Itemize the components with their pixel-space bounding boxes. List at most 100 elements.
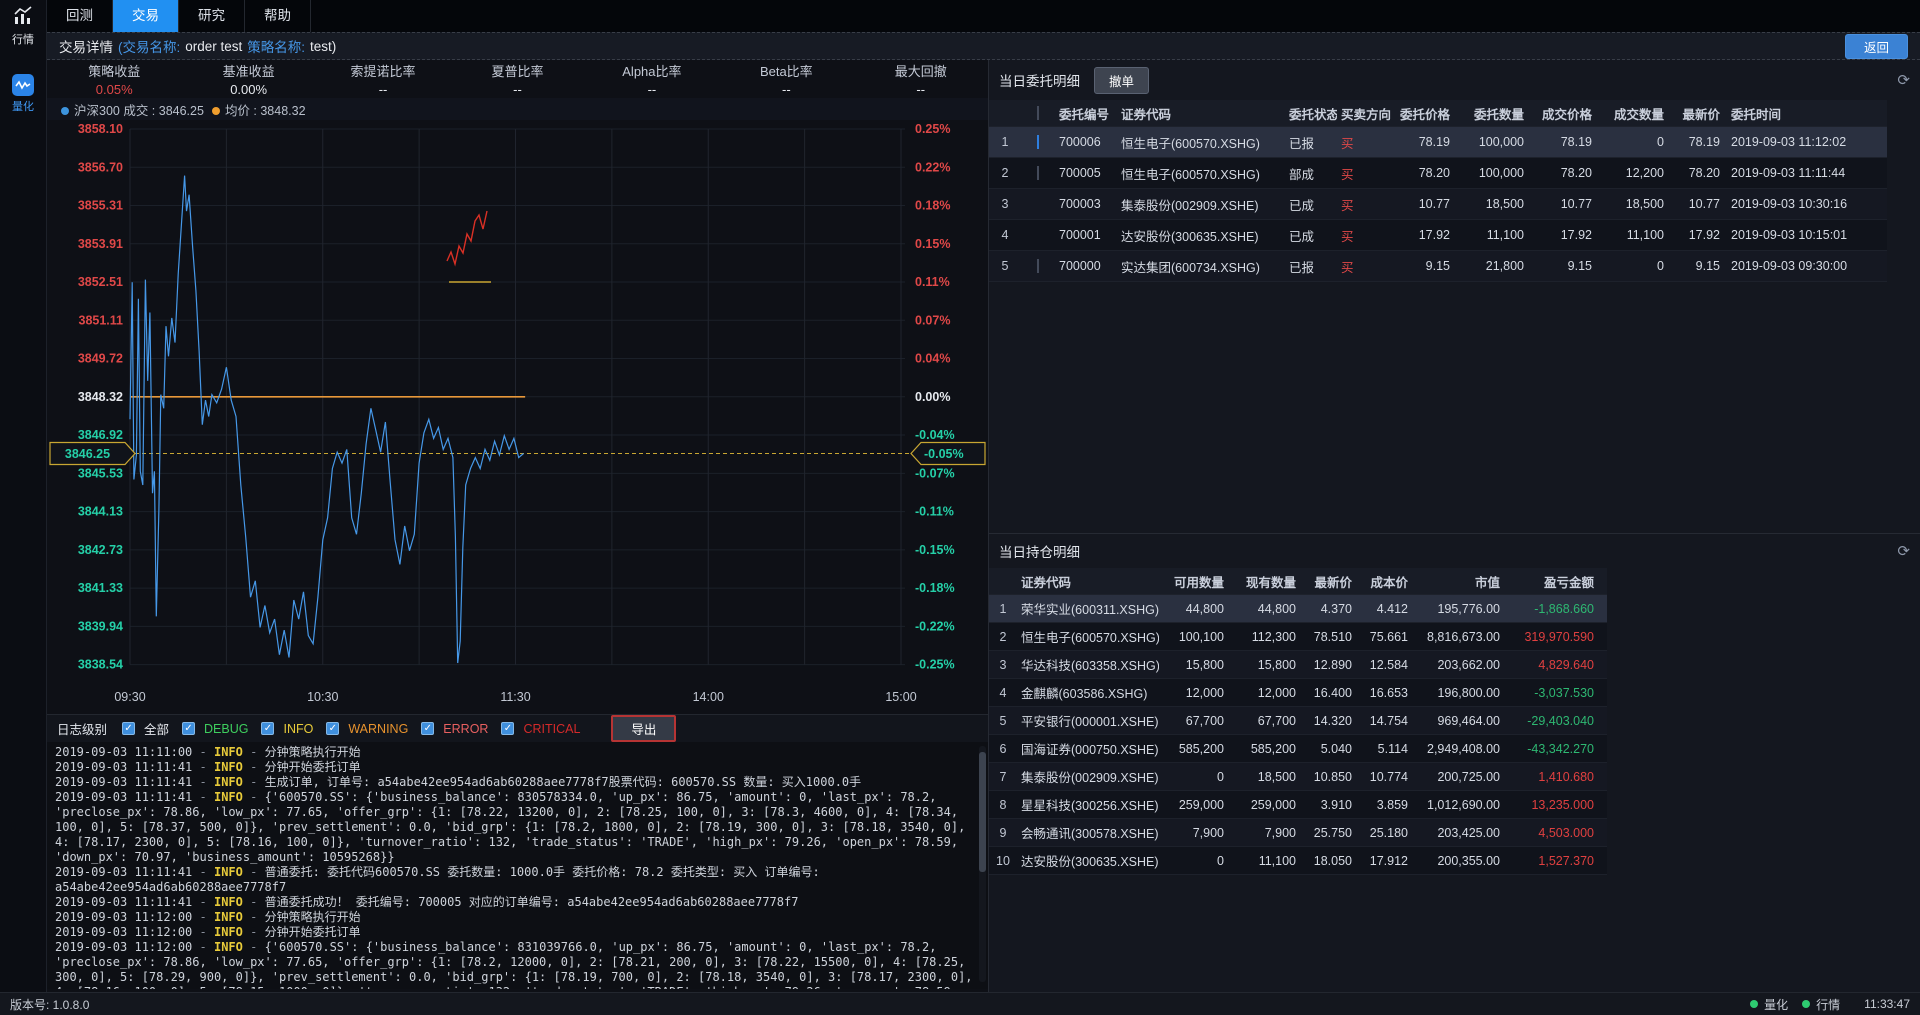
y-axis-price-label: 3853.91 xyxy=(78,237,123,251)
orders-panel-header: 当日委托明细 撤单 ⟳ xyxy=(989,60,1920,100)
clock-time: 11:33:47 xyxy=(1864,997,1910,1011)
table-row[interactable]: 2恒生电子(600570.XSHG)100,100112,30078.51075… xyxy=(989,623,1607,651)
holding-qty-cell: 44,800 xyxy=(1231,602,1303,616)
deal-price-cell: 10.77 xyxy=(1531,197,1599,211)
log-level-checkbox-WARNING[interactable]: ✓ xyxy=(326,722,339,735)
tab-研究[interactable]: 研究 xyxy=(179,0,245,32)
table-row[interactable]: 3华达科技(603358.XSHG)15,80015,80012.89012.5… xyxy=(989,651,1607,679)
status-cell: 已成 xyxy=(1285,195,1337,214)
y-axis-price-label: 3848.32 xyxy=(78,390,123,404)
log-level-name: INFO xyxy=(283,722,313,736)
y-axis-percent-label: -0.22% xyxy=(915,619,955,633)
table-row[interactable]: 4700001达安股份(300635.XSHE)已成买17.9211,10017… xyxy=(989,220,1887,251)
table-row[interactable]: 7集泰股份(002909.XSHE)018,50010.85010.774200… xyxy=(989,763,1607,791)
y-axis-price-label: 3849.72 xyxy=(78,352,123,366)
last-price-cell: 5.040 xyxy=(1303,742,1359,756)
stat-value: -- xyxy=(854,82,988,97)
cost-price-cell: 12.584 xyxy=(1359,658,1415,672)
log-level-checkbox-INFO[interactable]: ✓ xyxy=(261,722,274,735)
table-row[interactable]: 5700000实达集团(600734.XSHG)已报买9.1521,8009.1… xyxy=(989,251,1887,282)
order-qty-cell: 100,000 xyxy=(1457,166,1531,180)
order-id-cell: 700001 xyxy=(1055,228,1117,242)
status-bar: 版本号: 1.0.8.0 量化行情11:33:47 xyxy=(0,992,1920,1015)
row-checkbox[interactable] xyxy=(1037,259,1039,273)
log-level-tag: INFO xyxy=(214,895,243,909)
log-level-checkbox-全部[interactable]: ✓ xyxy=(122,722,135,735)
table-row[interactable]: 3700003集泰股份(002909.XSHE)已成买10.7718,50010… xyxy=(989,189,1887,220)
log-line: a54abe42ee954ad6ab60288aee7778f7 xyxy=(55,880,974,895)
holding-qty-cell: 11,100 xyxy=(1231,854,1303,868)
log-level-checkbox-ERROR[interactable]: ✓ xyxy=(421,722,434,735)
export-log-button[interactable]: 导出 xyxy=(611,715,676,742)
security-cell: 集泰股份(002909.XSHE) xyxy=(1017,767,1159,786)
log-level-tag: INFO xyxy=(214,940,243,954)
security-cell: 达安股份(300635.XSHE) xyxy=(1017,851,1159,870)
log-timestamp: 2019-09-03 11:11:41 xyxy=(55,760,192,774)
log-scrollbar-thumb[interactable] xyxy=(979,752,986,872)
pnl-cell: 1,410.680 xyxy=(1507,770,1601,784)
positions-panel-title: 当日持仓明细 xyxy=(999,541,1080,561)
last-price-cell: 12.890 xyxy=(1303,658,1359,672)
available-qty-cell: 67,700 xyxy=(1159,714,1231,728)
log-level-checkbox-CRITICAL[interactable]: ✓ xyxy=(501,722,514,735)
table-row[interactable]: 4金麒麟(603586.XSHG)12,00012,00016.40016.65… xyxy=(989,679,1607,707)
table-row[interactable]: 1荣华实业(600311.XSHG)44,80044,8004.3704.412… xyxy=(989,595,1607,623)
stat-label: Beta比率 xyxy=(719,61,853,80)
table-row[interactable]: 5平安银行(000001.XSHE)67,70067,70014.32014.7… xyxy=(989,707,1607,735)
price-chart-area[interactable]: 3858.100.25%3856.700.22%3855.310.18%3853… xyxy=(47,120,988,714)
order-price-cell: 17.92 xyxy=(1393,228,1457,242)
order-id-cell: 700006 xyxy=(1055,135,1117,149)
tab-交易[interactable]: 交易 xyxy=(113,0,179,32)
table-row[interactable]: 6国海证券(000750.XSHE)585,200585,2005.0405.1… xyxy=(989,735,1607,763)
table-header-row: 委托编号证券代码委托状态买卖方向委托价格委托数量成交价格成交数量最新价委托时间 xyxy=(989,100,1887,127)
cancel-order-button[interactable]: 撤单 xyxy=(1094,67,1149,94)
stat-value: 0.05% xyxy=(47,82,181,97)
legend-item: 沪深300 成交 : 3846.25 xyxy=(61,100,204,119)
y-axis-percent-label: 0.15% xyxy=(915,237,950,251)
table-row[interactable]: 8星星科技(300256.XSHE)259,000259,0003.9103.8… xyxy=(989,791,1607,819)
log-line: 2019-09-03 11:11:41 - INFO - 生成订单, 订单号: … xyxy=(55,775,974,790)
log-message: 分钟开始委托订单 xyxy=(265,925,361,939)
table-row[interactable]: 9会畅通讯(300578.XSHE)7,9007,90025.75025.180… xyxy=(989,819,1607,847)
select-all-checkbox[interactable] xyxy=(1037,106,1039,120)
holding-qty-cell: 112,300 xyxy=(1231,630,1303,644)
log-level-tag: INFO xyxy=(214,745,243,759)
holding-qty-cell: 585,200 xyxy=(1231,742,1303,756)
table-header-row: 证券代码可用数量现有数量最新价成本价市值盈亏金额 xyxy=(989,568,1607,595)
table-row[interactable]: 1700006恒生电子(600570.XSHG)已报买78.19100,0007… xyxy=(989,127,1887,158)
deal-qty-cell: 0 xyxy=(1599,259,1671,273)
refresh-icon[interactable]: ⟳ xyxy=(1897,71,1910,89)
last-price-cell: 14.320 xyxy=(1303,714,1359,728)
right-tables-panel: 当日委托明细 撤单 ⟳ 委托编号证券代码委托状态买卖方向委托价格委托数量成交价格… xyxy=(988,60,1920,992)
table-row[interactable]: 2700005恒生电子(600570.XSHG)部成买78.20100,0007… xyxy=(989,158,1887,189)
refresh-icon[interactable]: ⟳ xyxy=(1897,542,1910,560)
side-cell: 买 xyxy=(1337,226,1393,245)
sidebar-item-market[interactable]: 行情 xyxy=(0,0,46,54)
log-level-name: 全部 xyxy=(144,719,169,738)
log-message: 分钟策略执行开始 xyxy=(265,745,361,759)
tab-回测[interactable]: 回测 xyxy=(47,0,113,32)
tab-帮助[interactable]: 帮助 xyxy=(245,0,311,32)
row-checkbox[interactable] xyxy=(1037,166,1039,180)
log-level-name: DEBUG xyxy=(204,722,248,736)
security-cell: 星星科技(300256.XSHE) xyxy=(1017,795,1159,814)
column-header: 委托编号 xyxy=(1055,104,1117,123)
back-button[interactable]: 返回 xyxy=(1845,34,1908,59)
column-header: 最新价 xyxy=(1671,104,1727,123)
sidebar-item-quant[interactable]: 量化 xyxy=(0,68,46,121)
available-qty-cell: 100,100 xyxy=(1159,630,1231,644)
table-row[interactable]: 10达安股份(300635.XSHE)011,10018.05017.91220… xyxy=(989,847,1607,875)
row-number: 4 xyxy=(989,228,1021,242)
legend-text: 均价 : 3848.32 xyxy=(225,104,306,118)
log-level-checkbox-DEBUG[interactable]: ✓ xyxy=(182,722,195,735)
stat-基准收益: 基准收益0.00% xyxy=(181,61,315,97)
log-output[interactable]: 2019-09-03 11:11:00 - INFO - 分钟策略执行开始201… xyxy=(47,742,988,989)
y-axis-price-label: 3845.53 xyxy=(78,466,123,480)
security-cell: 平安银行(000001.XSHE) xyxy=(1017,711,1159,730)
y-axis-percent-label: 0.04% xyxy=(915,352,950,366)
deal-price-cell: 78.19 xyxy=(1531,135,1599,149)
log-scrollbar[interactable] xyxy=(979,746,986,982)
row-checkbox[interactable] xyxy=(1037,135,1039,149)
log-level-tag: INFO xyxy=(214,790,243,804)
left-sidebar: 行情 量化 xyxy=(0,0,47,992)
